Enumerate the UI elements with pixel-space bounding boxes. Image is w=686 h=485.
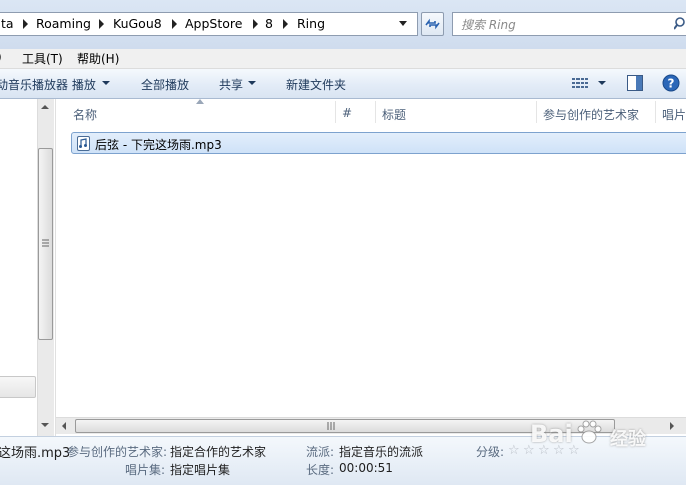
grip-icon [42,239,49,247]
breadcrumb-separator[interactable] [23,19,28,29]
address-bar-row: ta Roaming KuGou8 AppStore 8 Ring [0,0,686,49]
column-divider[interactable] [536,101,537,123]
breadcrumb-separator[interactable] [253,19,258,29]
menu-item-tools[interactable]: 工具(T) [22,50,63,67]
breadcrumb-appstore[interactable]: AppStore [185,16,242,31]
breadcrumb-8[interactable]: 8 [265,16,273,31]
chevron-down-icon[interactable] [598,81,606,85]
breadcrumb-roaming[interactable]: Roaming [36,16,91,31]
scroll-right-icon[interactable] [670,422,674,430]
column-divider[interactable] [335,101,336,123]
new-folder-button[interactable]: 新建文件夹 [286,76,346,93]
help-icon[interactable]: ? [662,74,680,92]
watermark-logo: Bai [530,420,573,448]
breadcrumb-separator[interactable] [172,19,177,29]
details-artist-value[interactable]: 指定合作的艺术家 [170,443,266,460]
column-contributing-artists[interactable]: 参与创作的艺术家 [543,106,639,123]
svg-text:?: ? [668,77,675,91]
scroll-left-icon[interactable] [62,422,66,430]
paw-icon [577,420,602,444]
column-divider[interactable] [655,101,656,123]
command-bar: 动音乐播放器 播放 全部播放 共享 新建文件夹 ? [0,69,686,99]
rating-star-icon[interactable]: ☆ [508,443,520,458]
breadcrumb-separator[interactable] [283,19,288,29]
nav-selected-item[interactable] [0,376,36,398]
breadcrumb-ring[interactable]: Ring [297,16,325,31]
details-length-label: 长度: [306,463,335,477]
details-length-value: 00:00:51 [339,461,393,475]
scroll-up-icon[interactable] [41,105,49,109]
open-with-player-button[interactable]: 动音乐播放器 播放 [0,76,96,93]
column-name[interactable]: 名称 [73,106,97,123]
menu-bar: ) 工具(T) 帮助(H) [0,49,686,69]
search-box[interactable] [452,12,686,36]
details-album-label: 唱片集: [125,463,166,477]
column-divider[interactable] [375,101,376,123]
menu-item-view-tail[interactable]: ) [0,50,2,64]
breadcrumb-separator[interactable] [99,19,104,29]
watermark-suffix: 经验 [610,429,646,450]
details-genre-value[interactable]: 指定音乐的流派 [339,443,423,460]
column-header: 名称 # 标题 参与创作的艺术家 唱片 [56,99,686,125]
grip-icon [327,422,335,430]
search-icon[interactable] [674,17,686,31]
sort-ascending-icon [196,99,204,104]
column-title[interactable]: 标题 [382,106,406,123]
details-artist-label: 参与创作的艺术家: [67,445,168,459]
nav-scroll-thumb[interactable] [38,148,53,340]
refresh-icon [425,18,440,30]
address-bar[interactable]: ta Roaming KuGou8 AppStore 8 Ring [0,12,418,36]
file-list-item[interactable]: 后弦 - 下完这场雨.mp3 [71,132,686,154]
chevron-down-icon[interactable] [102,81,110,85]
column-track-number[interactable]: # [342,106,352,120]
breadcrumb-kugou8[interactable]: KuGou8 [113,16,162,31]
details-album-value[interactable]: 指定唱片集 [170,461,230,478]
play-all-button[interactable]: 全部播放 [141,76,189,93]
details-genre-label: 流派: [306,445,335,459]
view-options-icon[interactable] [572,77,588,90]
chevron-down-icon[interactable] [248,81,256,85]
menu-item-help[interactable]: 帮助(H) [77,50,119,67]
pane-splitter[interactable] [55,99,56,436]
refresh-button[interactable] [421,12,444,36]
address-dropdown-icon[interactable] [399,21,407,26]
file-name: 后弦 - 下完这场雨.mp3 [95,138,222,152]
details-rating-label: 分级: [476,445,505,459]
search-input[interactable] [461,16,671,33]
breadcrumb-appdata[interactable]: ta [1,16,14,31]
audio-file-icon [77,136,90,151]
share-button[interactable]: 共享 [219,76,243,93]
details-file-name: 这场雨.mp3 [0,446,71,461]
scroll-down-icon[interactable] [41,423,49,427]
column-album[interactable]: 唱片 [662,106,686,123]
preview-pane-icon[interactable] [627,75,643,91]
